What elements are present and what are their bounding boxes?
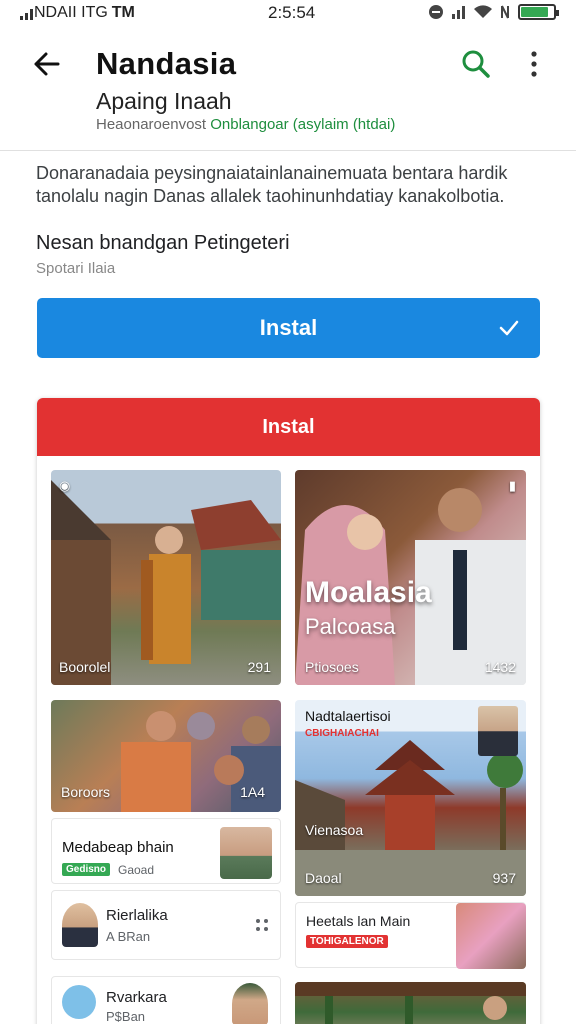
dnd-icon: [429, 5, 443, 19]
tile-corner-icon: ▮: [508, 478, 516, 493]
signal-icon: [452, 6, 465, 19]
screenshot-tile[interactable]: ◉ Boorolel 291: [51, 470, 281, 685]
divider: [0, 150, 576, 151]
item-tag: TOHIGALENOR: [306, 935, 388, 948]
app-subtitle: Apaing Inaah: [96, 88, 232, 114]
info-subtitle: Spotari Ilaia: [36, 260, 116, 277]
tile-corner-icon: ◉: [59, 478, 71, 493]
portrait-thumbnail: [478, 706, 518, 756]
tile-subheading: CBIGHAIACHAI: [305, 728, 379, 739]
clock: 2:5:54: [268, 3, 316, 22]
nfc-icon: [501, 5, 509, 19]
status-bar: NDAII ITG TM 2:5:54: [0, 0, 576, 26]
tile-caption: Boorolel: [59, 659, 111, 675]
cell-signal-icon: [20, 9, 33, 20]
item-name: Heetals lan Main: [306, 913, 411, 929]
arrow-left-icon[interactable]: [28, 48, 68, 80]
item-sub: Gaoad: [118, 863, 155, 877]
item-thumbnail: [232, 983, 268, 1024]
status-icons: [428, 4, 559, 20]
tile-caption: Boroors: [61, 784, 111, 800]
wifi-icon: [474, 5, 492, 19]
tile-heading: Nadtalaertisoi: [305, 708, 391, 724]
app-meta: Heaonaroenvost Onblangoar (asylaim (htda…: [96, 116, 395, 133]
developer-label: Heaonaroenvost: [96, 116, 207, 133]
tile-caption: Ptiosoes: [305, 659, 359, 675]
category-link[interactable]: Onblangoar (asylaim (htdai): [210, 116, 395, 133]
tile-count: 1A4: [240, 784, 265, 800]
tile-count: 937: [492, 870, 516, 886]
info-title: Nesan bnandgan Petingeteri: [36, 232, 290, 254]
item-sub: A BRan: [106, 929, 151, 944]
item-sub: P$Ban: [106, 1009, 146, 1024]
tile-caption-secondary: Daoal: [305, 870, 342, 886]
item-thumbnail: [456, 903, 526, 969]
item-name: Medabeap bhain: [62, 839, 174, 856]
list-item[interactable]: Heetals lan Main TOHIGALENOR: [295, 902, 526, 969]
grid-menu-icon[interactable]: [256, 919, 268, 931]
market-illustration: [295, 982, 526, 1024]
carrier-label: NDAII ITG TM: [20, 4, 135, 22]
more-vertical-icon[interactable]: [520, 48, 548, 80]
list-item[interactable]: Rvarkara P$Ban: [51, 976, 281, 1024]
check-icon: [499, 320, 519, 336]
list-item[interactable]: Medabeap bhain Gedisno Gaoad: [51, 818, 281, 884]
install-button[interactable]: Instal: [37, 298, 540, 358]
item-tag: Gedisno: [62, 863, 111, 876]
avatar: [62, 985, 96, 1019]
screenshot-tile[interactable]: Boroors 1A4: [51, 700, 281, 812]
tile-title: Moalasia: [305, 576, 432, 609]
screenshot-tile[interactable]: Nadtalaertisoi CBIGHAIACHAI Vienasoa Dao…: [295, 700, 526, 896]
house-icon: [51, 480, 281, 685]
screenshot-tile[interactable]: ▮ Moalasia Palcoasa Ptiosoes 1432: [295, 470, 526, 685]
tile-count: 291: [247, 659, 271, 675]
install-button-label: Instal: [259, 315, 318, 340]
screenshots-card: Instal ◉ Boorolel 291 ▮ Moalasia Palcoas…: [37, 398, 540, 1024]
carrier-text: NDAII ITG: [34, 4, 108, 21]
tile-subtitle: Palcoasa: [305, 614, 396, 639]
item-thumbnail: [220, 827, 272, 879]
card-install-header[interactable]: Instal: [37, 398, 540, 456]
battery-icon: [518, 4, 559, 20]
item-name: Rierlalika: [106, 907, 168, 924]
app-description: Donaranadaia peysingnaiatainlanainemuata…: [36, 163, 508, 206]
item-name: Rvarkara: [106, 989, 167, 1006]
search-icon[interactable]: [458, 46, 494, 82]
carrier-mark: TM: [111, 4, 135, 21]
avatar: [62, 903, 98, 947]
list-item[interactable]: Rierlalika A BRan: [51, 890, 281, 960]
app-bar: Nandasia: [0, 36, 576, 92]
tile-caption: Vienasoa: [305, 822, 364, 838]
tile-count: 1432: [484, 659, 516, 675]
screenshot-tile[interactable]: [295, 982, 526, 1024]
page-title: Nandasia: [96, 46, 237, 81]
